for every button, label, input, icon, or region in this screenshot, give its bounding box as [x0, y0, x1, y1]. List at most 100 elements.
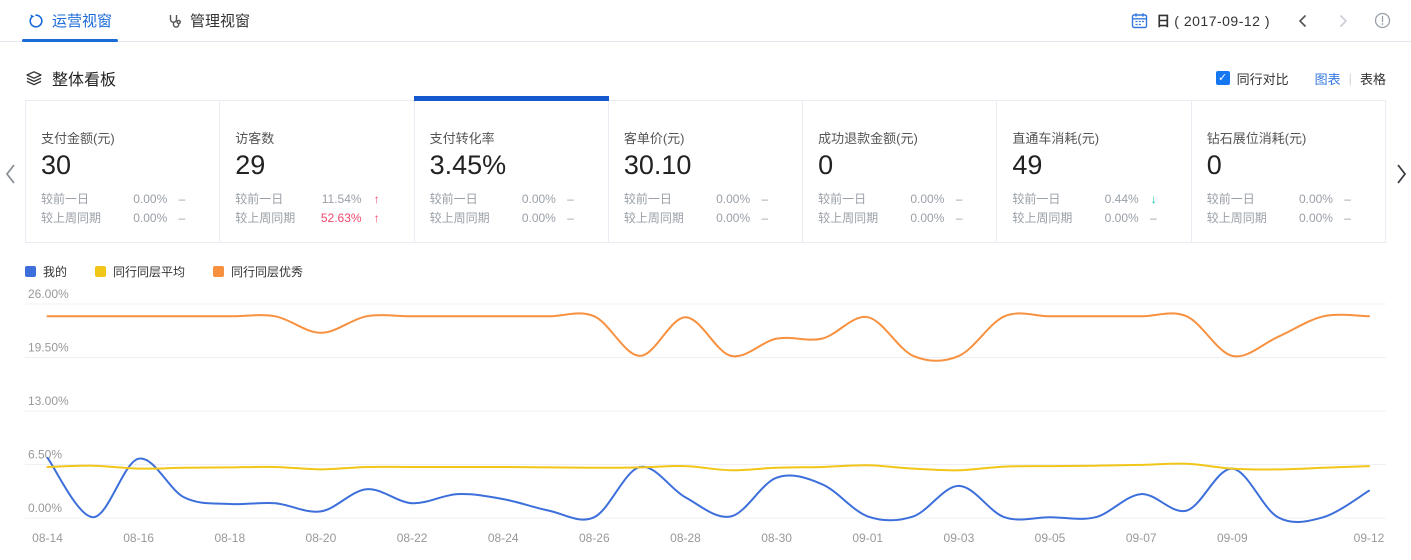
- metric-value: 0: [818, 150, 982, 181]
- card-ztc-spend[interactable]: 直通车消耗(元) 49 较前一日0.44%↓ 较上周同期0.00%–: [997, 101, 1191, 242]
- compare-label: 较上周同期: [41, 209, 133, 228]
- compare-label: 较前一日: [1012, 190, 1104, 209]
- legend-swatch-orange: [213, 266, 224, 277]
- legend-label: 同行同层平均: [113, 263, 185, 280]
- legend-item-peer-excellent[interactable]: 同行同层优秀: [213, 263, 303, 280]
- trend-icon: –: [750, 209, 768, 228]
- compare-value: 0.00%: [522, 190, 556, 209]
- compare-value: 0.00%: [133, 209, 167, 228]
- cards-scroll-left-button[interactable]: [4, 162, 17, 191]
- compare-value: 0.00%: [522, 209, 556, 228]
- legend-label: 同行同层优秀: [231, 263, 303, 280]
- compare-value: 0.00%: [910, 209, 944, 228]
- x-axis-tick: 08-18: [214, 531, 245, 545]
- view-chart-link[interactable]: 图表: [1315, 69, 1341, 88]
- compare-row: 较上周同期52.63%↑: [235, 209, 399, 228]
- x-axis-tick: 08-24: [488, 531, 519, 545]
- view-table-link[interactable]: 表格: [1360, 69, 1386, 88]
- trend-icon: ↑: [362, 190, 380, 209]
- y-axis-tick: 6.50%: [28, 448, 62, 462]
- operations-view-icon: [28, 13, 44, 29]
- x-axis-tick: 09-01: [852, 531, 883, 545]
- prev-date-button[interactable]: [1296, 13, 1310, 29]
- compare-row: 较上周同期0.00%–: [1012, 209, 1176, 228]
- x-axis-tick: 08-30: [761, 531, 792, 545]
- trend-icon: –: [556, 209, 574, 228]
- tab-label: 运营视窗: [52, 10, 112, 31]
- next-date-button[interactable]: [1336, 13, 1350, 29]
- board-header: 整体看板 ✓ 同行对比 图表 | 表格: [25, 58, 1386, 98]
- metric-value: 3.45%: [430, 150, 594, 181]
- metric-title: 访客数: [235, 128, 399, 147]
- compare-value: 0.00%: [133, 190, 167, 209]
- metric-title: 成功退款金额(元): [818, 128, 982, 147]
- x-axis-tick: 09-07: [1126, 531, 1157, 545]
- card-refund-amount[interactable]: 成功退款金额(元) 0 较前一日0.00%– 较上周同期0.00%–: [803, 101, 997, 242]
- compare-label: 较前一日: [235, 190, 321, 209]
- trend-icon: –: [1333, 209, 1351, 228]
- metric-value: 0: [1207, 150, 1371, 181]
- tab-label: 管理视窗: [190, 10, 250, 31]
- metric-title: 客单价(元): [624, 128, 788, 147]
- tab-operations-view[interactable]: 运营视窗: [28, 0, 112, 42]
- compare-row: 较前一日0.00%–: [818, 190, 982, 209]
- info-icon[interactable]: [1374, 12, 1391, 29]
- compare-value: 0.00%: [1299, 190, 1333, 209]
- trend-icon: –: [944, 209, 962, 228]
- legend-swatch-yellow: [95, 266, 106, 277]
- card-visitors[interactable]: 访客数 29 较前一日11.54%↑ 较上周同期52.63%↑: [220, 101, 414, 242]
- y-axis-tick: 13.00%: [28, 394, 69, 408]
- x-axis-tick: 09-05: [1035, 531, 1066, 545]
- y-axis-tick: 26.00%: [28, 288, 69, 301]
- card-payment-amount[interactable]: 支付金额(元) 30 较前一日0.00%– 较上周同期0.00%–: [26, 101, 220, 242]
- compare-value: 0.00%: [910, 190, 944, 209]
- legend-item-mine[interactable]: 我的: [25, 263, 67, 280]
- trend-icon: –: [1333, 190, 1351, 209]
- compare-row: 较上周同期0.00%–: [41, 209, 205, 228]
- conversion-trend-chart[interactable]: 0.00%6.50%13.00%19.50%26.00%08-1408-1608…: [25, 288, 1386, 554]
- compare-value: 0.00%: [1299, 209, 1333, 228]
- trend-icon: ↓: [1139, 190, 1157, 209]
- metric-title: 钻石展位消耗(元): [1207, 128, 1371, 147]
- metric-title: 支付金额(元): [41, 128, 205, 147]
- cards-scroll-right-button[interactable]: [1395, 162, 1408, 191]
- card-avg-order-value[interactable]: 客单价(元) 30.10 较前一日0.00%– 较上周同期0.00%–: [609, 101, 803, 242]
- compare-label: 较前一日: [624, 190, 716, 209]
- compare-row: 较前一日0.44%↓: [1012, 190, 1176, 209]
- compare-value: 0.00%: [1105, 209, 1139, 228]
- compare-value: 52.63%: [321, 209, 362, 228]
- x-axis-tick: 08-20: [306, 531, 337, 545]
- calendar-icon[interactable]: [1131, 12, 1148, 29]
- metric-value: 30.10: [624, 150, 788, 181]
- compare-label: 较上周同期: [1207, 209, 1299, 228]
- metric-value: 49: [1012, 150, 1176, 181]
- card-diamond-spend[interactable]: 钻石展位消耗(元) 0 较前一日0.00%– 较上周同期0.00%–: [1192, 101, 1385, 242]
- peer-compare-checkbox[interactable]: ✓: [1216, 71, 1230, 85]
- legend-item-peer-average[interactable]: 同行同层平均: [95, 263, 185, 280]
- trend-icon: –: [1139, 209, 1157, 228]
- compare-row: 较前一日0.00%–: [624, 190, 788, 209]
- compare-label: 较上周同期: [430, 209, 522, 228]
- trend-icon: –: [750, 190, 768, 209]
- compare-label: 较前一日: [430, 190, 522, 209]
- compare-row: 较前一日0.00%–: [41, 190, 205, 209]
- top-nav: 运营视窗 管理视窗 日 ( 2017-09-12 ): [0, 0, 1411, 42]
- peer-compare-label[interactable]: 同行对比: [1237, 69, 1289, 88]
- legend-label: 我的: [43, 263, 67, 280]
- date-controls: 日 ( 2017-09-12 ): [1131, 11, 1391, 31]
- compare-value: 0.00%: [716, 190, 750, 209]
- legend-swatch-blue: [25, 266, 36, 277]
- metric-title: 直通车消耗(元): [1012, 128, 1176, 147]
- tab-management-view[interactable]: 管理视窗: [166, 0, 250, 42]
- metric-title: 支付转化率: [430, 128, 594, 147]
- date-value[interactable]: ( 2017-09-12 ): [1174, 13, 1270, 29]
- date-granularity[interactable]: 日: [1156, 11, 1170, 31]
- compare-label: 较上周同期: [818, 209, 910, 228]
- card-conversion-rate[interactable]: 支付转化率 3.45% 较前一日0.00%– 较上周同期0.00%–: [415, 101, 609, 242]
- metric-value: 30: [41, 150, 205, 181]
- compare-row: 较前一日11.54%↑: [235, 190, 399, 209]
- trend-icon: –: [167, 209, 185, 228]
- compare-label: 较前一日: [1207, 190, 1299, 209]
- compare-row: 较上周同期0.00%–: [624, 209, 788, 228]
- compare-value: 0.44%: [1105, 190, 1139, 209]
